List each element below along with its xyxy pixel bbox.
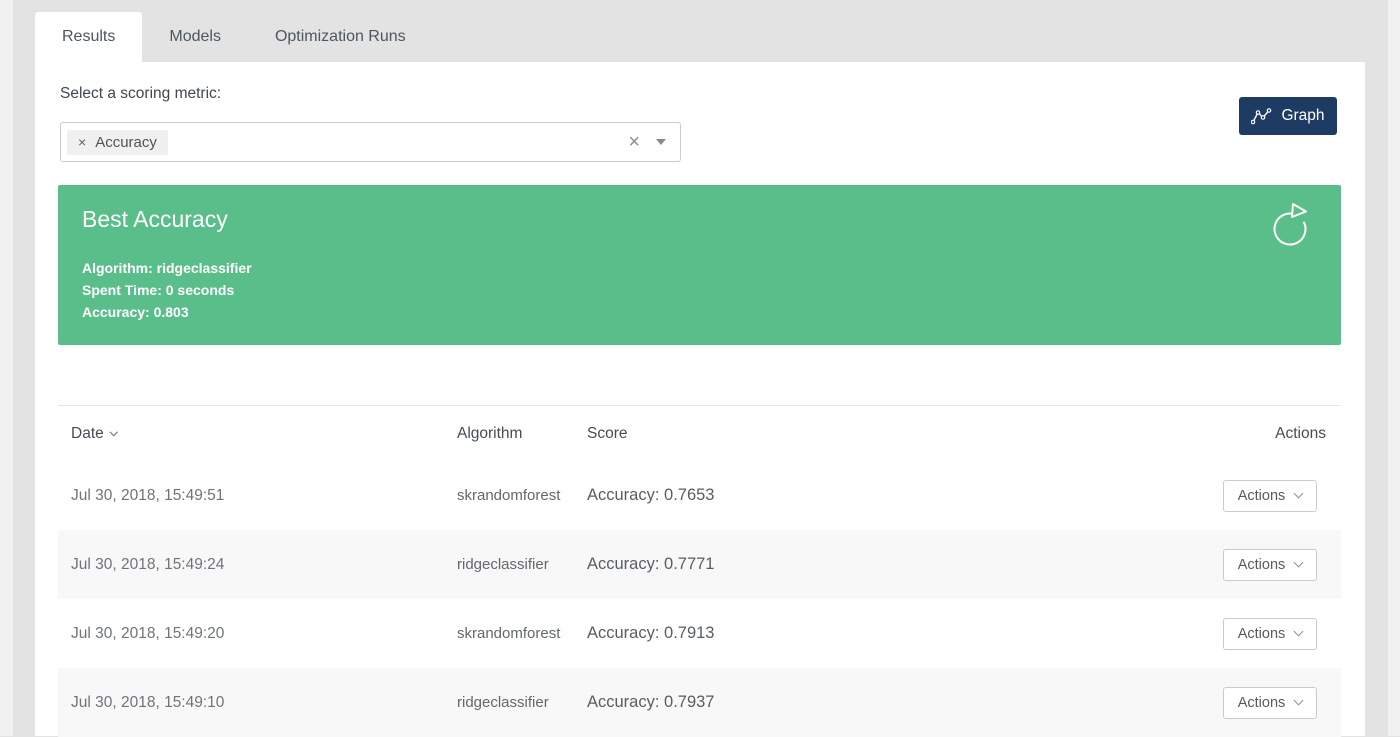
metric-select[interactable]: × Accuracy × xyxy=(60,122,681,162)
best-card-algorithm: Algorithm: ridgeclassifier xyxy=(82,257,252,279)
header-actions: Actions xyxy=(1191,425,1341,443)
selected-metric-label: Accuracy xyxy=(95,134,157,151)
header-algorithm: Algorithm xyxy=(457,425,587,443)
header-score: Score xyxy=(587,425,1191,443)
graph-button[interactable]: Graph xyxy=(1239,97,1337,135)
table-row: Jul 30, 2018, 15:49:24 ridgeclassifier A… xyxy=(58,530,1341,599)
row-score: Accuracy: 0.7913 xyxy=(587,624,1191,643)
remove-tag-icon[interactable]: × xyxy=(78,135,86,149)
chevron-down-icon xyxy=(1294,627,1304,637)
page-right-margin xyxy=(1388,0,1400,736)
table-header-row: Date Algorithm Score Actions xyxy=(58,406,1341,461)
best-card-spent-time: Spent Time: 0 seconds xyxy=(82,279,252,301)
results-table: Date Algorithm Score Actions Jul 30, 201… xyxy=(58,405,1341,737)
row-actions-button[interactable]: Actions xyxy=(1223,480,1317,512)
row-date: Jul 30, 2018, 15:49:51 xyxy=(58,487,457,505)
selected-metric-tag: × Accuracy xyxy=(67,130,168,155)
actions-button-label: Actions xyxy=(1238,488,1286,504)
best-score-card: Best Accuracy Algorithm: ridgeclassifier… xyxy=(58,185,1341,345)
row-actions-button[interactable]: Actions xyxy=(1223,687,1317,719)
tab-models[interactable]: Models xyxy=(142,12,248,62)
row-algorithm: skrandomforest xyxy=(457,487,587,504)
clear-selection-icon[interactable]: × xyxy=(628,132,640,152)
row-algorithm: skrandomforest xyxy=(457,625,587,642)
row-date: Jul 30, 2018, 15:49:10 xyxy=(58,694,457,712)
best-card-details: Algorithm: ridgeclassifier Spent Time: 0… xyxy=(82,257,252,323)
best-card-title: Best Accuracy xyxy=(82,206,228,233)
page-left-margin xyxy=(0,0,13,736)
header-date[interactable]: Date xyxy=(58,425,457,443)
tab-results[interactable]: Results xyxy=(35,12,142,62)
line-chart-icon xyxy=(1251,108,1272,125)
chevron-down-icon xyxy=(1294,558,1304,568)
dropdown-caret-icon[interactable] xyxy=(656,139,666,145)
actions-button-label: Actions xyxy=(1238,557,1286,573)
row-score: Accuracy: 0.7653 xyxy=(587,486,1191,505)
best-card-score: Accuracy: 0.803 xyxy=(82,301,252,323)
tab-bar: Results Models Optimization Runs xyxy=(35,12,433,62)
table-row: Jul 30, 2018, 15:49:51 skrandomforest Ac… xyxy=(58,461,1341,530)
row-score: Accuracy: 0.7771 xyxy=(587,555,1191,574)
chevron-down-icon xyxy=(1294,696,1304,706)
chevron-down-icon xyxy=(1294,489,1304,499)
results-panel: Select a scoring metric: × Accuracy × Gr… xyxy=(35,62,1365,736)
graph-button-label: Graph xyxy=(1281,107,1324,125)
tab-optimization-runs[interactable]: Optimization Runs xyxy=(248,12,433,62)
row-algorithm: ridgeclassifier xyxy=(457,694,587,711)
table-row: Jul 30, 2018, 15:49:20 skrandomforest Ac… xyxy=(58,599,1341,668)
table-row: Jul 30, 2018, 15:49:10 ridgeclassifier A… xyxy=(58,668,1341,737)
row-actions-button[interactable]: Actions xyxy=(1223,549,1317,581)
row-date: Jul 30, 2018, 15:49:24 xyxy=(58,556,457,574)
actions-button-label: Actions xyxy=(1238,695,1286,711)
actions-button-label: Actions xyxy=(1238,626,1286,642)
row-score: Accuracy: 0.7937 xyxy=(587,693,1191,712)
header-date-label: Date xyxy=(71,425,104,443)
row-date: Jul 30, 2018, 15:49:20 xyxy=(58,625,457,643)
sort-desc-icon xyxy=(110,428,118,436)
metric-select-label: Select a scoring metric: xyxy=(60,85,221,103)
row-algorithm: ridgeclassifier xyxy=(457,556,587,573)
refresh-icon[interactable] xyxy=(1267,199,1315,251)
row-actions-button[interactable]: Actions xyxy=(1223,618,1317,650)
